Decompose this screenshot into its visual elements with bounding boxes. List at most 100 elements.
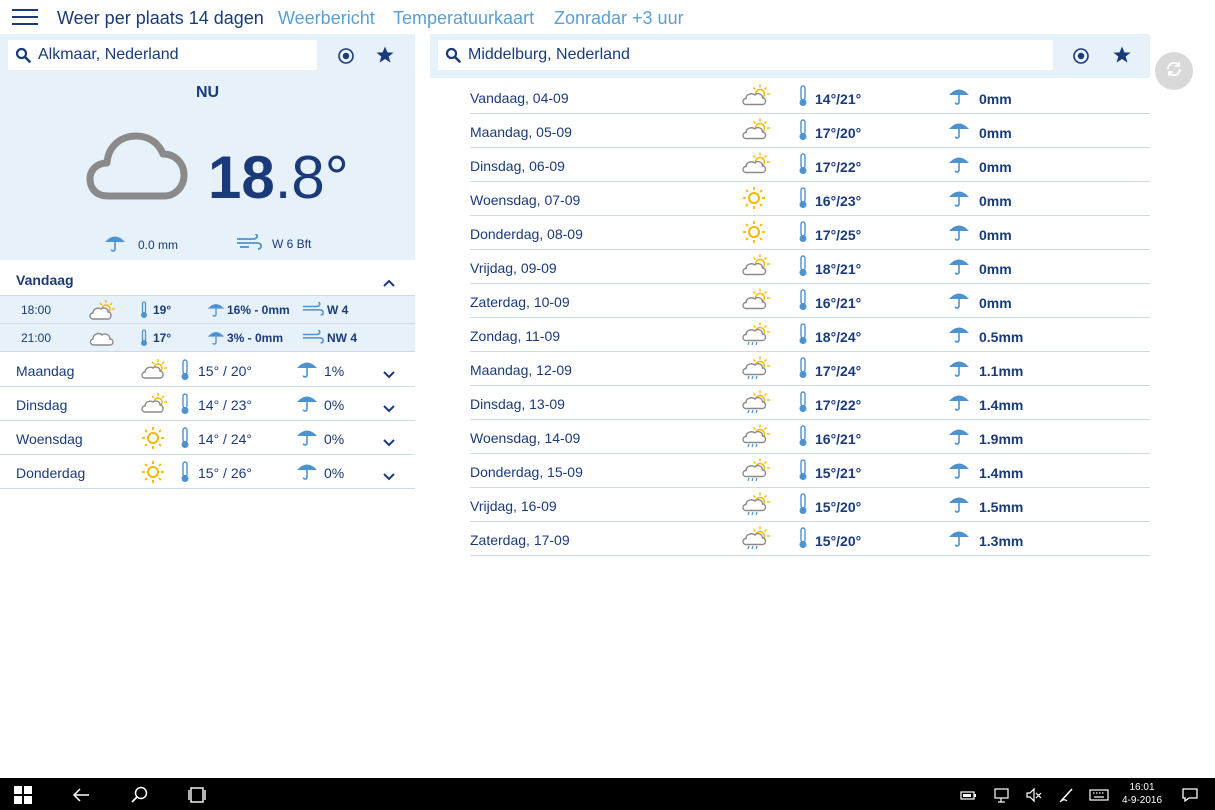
forecast-row[interactable]: Zaterdag, 17-09 15°/20° 1.3mm [470,522,1150,556]
chevron-down-icon[interactable] [383,468,395,484]
today-section-header[interactable]: Vandaag [0,262,415,296]
action-center-icon[interactable] [1181,786,1199,804]
current-wind: W 6 Bft [236,233,311,253]
umbrella-icon [948,189,970,210]
forecast-row[interactable]: Donderdag, 15-09 15°/21° 1.4mm [470,454,1150,488]
umbrella-icon [948,461,970,482]
day-precip: 0% [324,397,345,413]
volume-mute-icon[interactable] [1025,786,1043,804]
chevron-up-icon[interactable] [383,274,395,292]
forecast-row[interactable]: Dinsdag, 13-09 17°/22° 1.4mm [470,386,1150,420]
umbrella-icon [948,257,970,278]
cloud-icon [88,329,114,350]
left-search-input[interactable]: Alkmaar, Nederland [8,40,317,70]
forecast-precip: 0mm [979,91,1012,107]
forecast-precip: 0mm [979,193,1012,209]
forecast-row[interactable]: Vrijdag, 09-09 18°/21° 0mm [470,250,1150,284]
forecast-temp: 17°/25° [815,227,862,243]
current-weather-panel: Alkmaar, Nederland NU 18.8° 0.0 mm W 6 B… [0,34,415,260]
nav-weerbericht[interactable]: Weerbericht [278,8,375,29]
forecast-row[interactable]: Maandag, 05-09 17°/20° 0mm [470,114,1150,148]
umbrella-icon [948,87,970,108]
forecast-row[interactable]: Dinsdag, 06-09 17°/22° 0mm [470,148,1150,182]
forecast-day: Dinsdag, 13-09 [470,396,565,412]
current-precip-value: 0.0 mm [138,237,179,252]
nav-temperatuurkaart[interactable]: Temperatuurkaart [393,8,534,29]
day-row-dinsdag[interactable]: Dinsdag 14° / 23° 0% [0,387,415,421]
thermometer-icon [180,427,190,452]
task-view-icon[interactable] [188,786,206,804]
sun-shower-icon [741,356,771,383]
day-name: Woensdag [16,431,83,447]
pen-icon[interactable] [1058,786,1076,804]
location-target-icon[interactable] [336,46,356,66]
network-icon[interactable] [993,786,1011,804]
umbrella-icon [948,495,970,516]
hourly-time: 18:00 [21,303,52,317]
battery-icon[interactable] [960,786,978,804]
search-icon[interactable] [131,786,149,804]
windows-start-icon[interactable] [14,786,32,804]
forecast-row[interactable]: Zaterdag, 10-09 16°/21° 0mm [470,284,1150,318]
umbrella-icon [948,529,970,550]
hourly-time: 21:00 [21,331,52,345]
hamburger-menu-icon[interactable] [12,9,38,27]
day-row-maandag[interactable]: Maandag 15° / 20° 1% [0,353,415,387]
sun-shower-icon [741,390,771,417]
umbrella-icon [948,427,970,448]
nav-zonradar[interactable]: Zonradar +3 uur [554,8,684,29]
left-search-value: Alkmaar, Nederland [38,46,179,63]
chevron-down-icon[interactable] [383,400,395,416]
partly-sunny-icon [741,152,771,177]
right-search-panel: Middelburg, Nederland [430,34,1150,78]
sun-shower-icon [741,322,771,349]
location-target-icon[interactable] [1071,46,1091,66]
wind-icon [302,329,324,347]
forecast-temp: 15°/21° [815,465,862,481]
forecast-precip: 1.4mm [979,465,1024,481]
forecast-temp: 16°/21° [815,295,862,311]
forecast-day: Woensdag, 07-09 [470,192,581,208]
favorite-star-icon[interactable] [375,45,395,65]
keyboard-icon[interactable] [1089,786,1109,804]
thermometer-icon [798,493,808,518]
day-row-woensdag[interactable]: Woensdag 14° / 24° 0% [0,421,415,455]
day-temp: 14° / 24° [198,431,253,447]
favorite-star-icon[interactable] [1112,45,1132,65]
forecast-row[interactable]: Donderdag, 08-09 17°/25° 0mm [470,216,1150,250]
thermometer-icon [180,359,190,384]
forecast-temp: 14°/21° [815,91,862,107]
sun-icon [140,460,166,487]
forecast-temp: 18°/24° [815,329,862,345]
partly-sunny-icon [741,84,771,109]
chevron-down-icon[interactable] [383,434,395,450]
forecast-precip: 0mm [979,261,1012,277]
forecast-precip: 0mm [979,125,1012,141]
forecast-row[interactable]: Zondag, 11-09 18°/24° 0.5mm [470,318,1150,352]
forecast-day: Dinsdag, 06-09 [470,158,565,174]
forecast-day: Vrijdag, 16-09 [470,498,557,514]
forecast-day: Maandag, 05-09 [470,124,572,140]
back-arrow-icon[interactable] [72,786,90,804]
forecast-row[interactable]: Woensdag, 14-09 16°/21° 1.9mm [470,420,1150,454]
forecast-row[interactable]: Vrijdag, 16-09 15°/20° 1.5mm [470,488,1150,522]
nav-weer-per-plaats[interactable]: Weer per plaats 14 dagen [57,8,264,29]
refresh-button[interactable] [1155,52,1193,90]
forecast-day: Vandaag, 04-09 [470,90,569,106]
day-row-donderdag[interactable]: Donderdag 15° / 26° 0% [0,455,415,489]
day-temp: 15° / 20° [198,363,253,379]
forecast-row[interactable]: Woensdag, 07-09 16°/23° 0mm [470,182,1150,216]
forecast-precip: 0mm [979,227,1012,243]
forecast-row[interactable]: Maandag, 12-09 17°/24° 1.1mm [470,352,1150,386]
thermometer-icon [798,391,808,416]
forecast-precip: 1.3mm [979,533,1024,549]
chevron-down-icon[interactable] [383,366,395,382]
today-label: Vandaag [16,272,74,288]
forecast-row[interactable]: Vandaag, 04-09 14°/21° 0mm [470,80,1150,114]
right-search-input[interactable]: Middelburg, Nederland [438,40,1053,70]
system-clock[interactable]: 16:01 4-9-2016 [1120,781,1164,807]
thermometer-icon [798,221,808,246]
top-nav: Weer per plaats 14 dagen Weerbericht Tem… [0,0,1215,36]
hourly-row: 18:00 19° 16% - 0mm W 4 [0,296,415,324]
hourly-precip: 16% - 0mm [227,303,290,317]
